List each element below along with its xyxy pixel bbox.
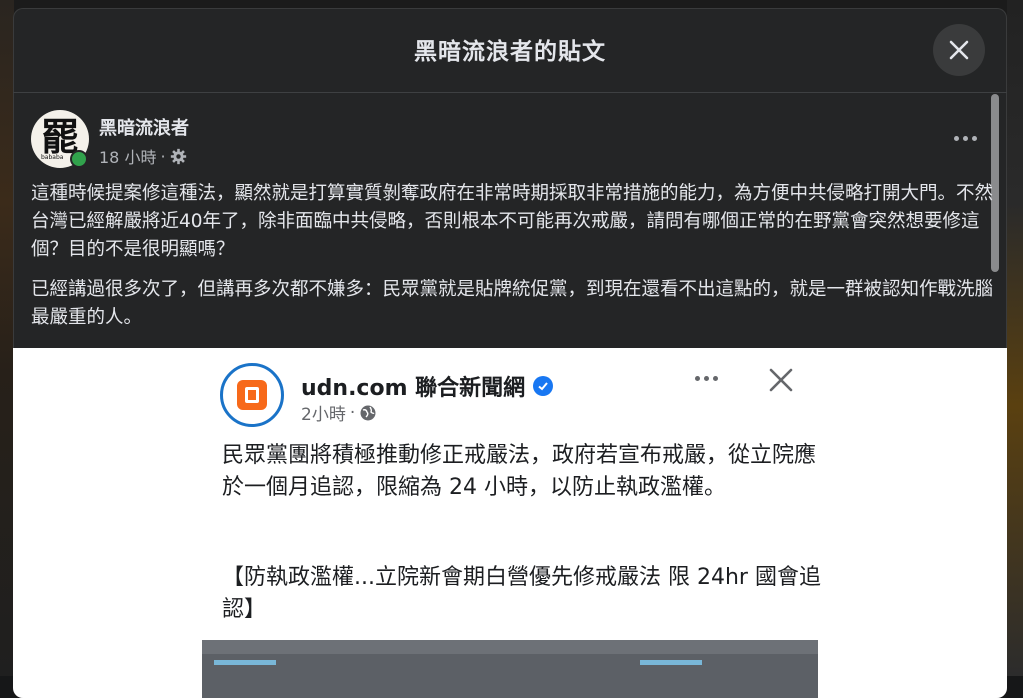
more-icon-dot [962, 135, 968, 141]
dialog-header: 黑暗流浪者的貼文 [13, 8, 1007, 93]
post-paragraph-2: 已經講過很多次了，但講再多次都不嫌多：民眾黨就是貼牌統促黨，到現在還看不出這點的… [31, 279, 994, 328]
shared-meta: 2小時 · [301, 400, 377, 425]
shared-page-name-row: udn.com 聯合新聞網 [301, 370, 554, 402]
post-paragraph-1: 這種時候提案修這種法，顯然就是打算實質剝奪政府在非常時期採取非常措施的能力，為方… [31, 183, 994, 260]
post-dialog: 黑暗流浪者的貼文 罷 bababa 黑暗流浪者 18 小時 · 這種時候提案修這… [13, 8, 1007, 698]
news-photo [202, 640, 818, 698]
verified-icon [533, 376, 554, 396]
close-button[interactable] [933, 24, 985, 76]
post-more-button[interactable] [943, 124, 987, 152]
globe-icon [360, 405, 376, 420]
more-icon-dot [953, 135, 959, 141]
close-icon [949, 40, 969, 60]
dialog-title: 黑暗流浪者的貼文 [414, 39, 606, 65]
online-status-dot [70, 150, 88, 168]
avatar-subtext: bababa [41, 154, 64, 161]
post-time[interactable]: 18 小時 [99, 144, 156, 168]
post-meta: 18 小時 · [99, 144, 187, 168]
shared-more-icon [695, 376, 718, 381]
meta-separator: · [160, 146, 166, 166]
avatar-character: 罷 [40, 114, 79, 159]
shared-page-name: udn.com 聯合新聞網 [301, 376, 526, 401]
gear-icon [170, 148, 186, 164]
background-right-edge [1007, 0, 1023, 676]
shared-close-icon [769, 368, 793, 392]
shared-headline: 【防執政濫權...立院新會期白營優先修戒嚴法 限 24hr 國會追認】 [222, 565, 821, 622]
more-icon-dot [971, 135, 977, 141]
shared-image[interactable]: udn.com 聯合新聞網 2小時 · 民眾黨團將積極推動修正戒嚴法，政府若宣布… [13, 348, 1007, 698]
shared-separator: · [349, 402, 356, 423]
shared-time: 2小時 [301, 405, 346, 425]
background-left-edge [0, 0, 14, 676]
shared-body-text: 民眾黨團將積極推動修正戒嚴法，政府若宣布戒嚴，從立院應於一個月追認，限縮為 24… [222, 443, 817, 500]
author-name[interactable]: 黑暗流浪者 [99, 114, 189, 140]
udn-avatar [220, 363, 284, 427]
udn-logo-icon [237, 380, 267, 410]
